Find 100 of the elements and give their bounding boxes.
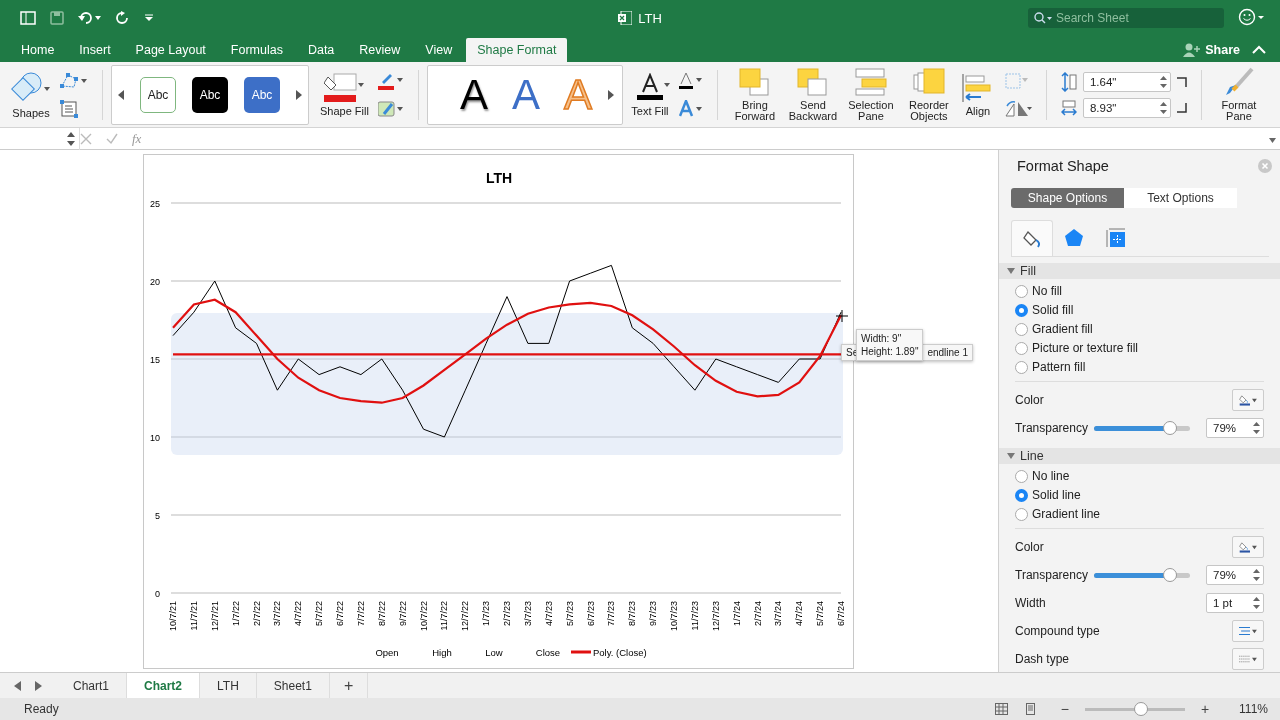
search-icon[interactable]	[1034, 12, 1052, 24]
feedback-smiley-icon[interactable]	[1238, 7, 1264, 26]
text-outline-icon[interactable]	[678, 71, 703, 90]
share-button[interactable]: Share	[1177, 42, 1246, 58]
shape-style-option[interactable]: Abc	[192, 76, 228, 113]
caret-icon[interactable]	[1252, 397, 1257, 403]
zoom-out-button[interactable]: −	[1054, 700, 1075, 718]
scroll-left-icon[interactable]	[118, 89, 124, 100]
disclosure-triangle-icon[interactable]	[1007, 267, 1015, 275]
ribbon-tab[interactable]: Shape Format	[466, 38, 568, 62]
compound-lines-icon[interactable]	[1239, 624, 1251, 638]
save-icon[interactable]	[50, 11, 64, 25]
ribbon-tab[interactable]: Review	[348, 38, 412, 62]
shape-effects-icon[interactable]	[377, 99, 404, 118]
spin-arrows-icon[interactable]	[1253, 421, 1260, 435]
pen-outline-icon[interactable]	[377, 71, 404, 90]
ribbon-tab[interactable]: Data	[296, 38, 346, 62]
ribbon-tab[interactable]: Formulas	[219, 38, 294, 62]
spin-arrows-icon[interactable]	[1159, 100, 1167, 115]
shape-style-option[interactable]: Abc	[140, 76, 176, 113]
caret-icon[interactable]	[1252, 544, 1257, 550]
options-tab[interactable]: Shape Options	[1011, 188, 1124, 208]
ribbon-tab[interactable]: Page Layout	[124, 38, 217, 62]
previous-sheet-icon[interactable]	[14, 680, 21, 691]
wordart-style-option[interactable]: A	[451, 70, 496, 119]
arrange-button[interactable]: Selection Pane	[841, 67, 900, 122]
paint-bucket-icon[interactable]	[1239, 539, 1251, 555]
scroll-right-icon[interactable]	[296, 89, 302, 100]
caret-icon[interactable]	[1269, 137, 1276, 143]
spin-arrows-icon[interactable]	[1253, 568, 1260, 582]
transparency-field[interactable]: 79%	[1206, 565, 1264, 585]
ribbon-tab[interactable]: View	[414, 38, 464, 62]
text-box-icon[interactable]	[60, 99, 78, 118]
zoom-in-button[interactable]: +	[1194, 700, 1216, 718]
size-properties-icon[interactable]	[1106, 228, 1126, 248]
ribbon-tab[interactable]: Home	[10, 38, 66, 62]
undo-icon[interactable]	[78, 11, 102, 25]
wordart-style-option[interactable]: A	[503, 70, 548, 119]
spin-arrows-icon[interactable]	[1159, 74, 1167, 89]
checkmark-icon[interactable]	[106, 132, 118, 145]
caret-icon[interactable]	[1252, 628, 1257, 634]
compound-type-picker[interactable]	[1232, 620, 1264, 642]
radio-button[interactable]	[1015, 360, 1028, 374]
radio-button[interactable]	[1015, 303, 1028, 317]
section-header[interactable]: Fill	[999, 263, 1280, 279]
zoom-thumb[interactable]	[1133, 702, 1148, 716]
edit-points-icon[interactable]	[60, 71, 88, 90]
section-header[interactable]: Line	[999, 448, 1280, 464]
next-sheet-icon[interactable]	[35, 680, 42, 691]
radio-option[interactable]: Gradient fill	[1015, 321, 1280, 337]
radio-option[interactable]: Pattern fill	[1015, 359, 1280, 375]
shape-height-field[interactable]: 1.64"	[1082, 71, 1171, 92]
paint-bucket-icon[interactable]	[1239, 392, 1251, 408]
shape-styles-gallery[interactable]: Abc Abc Abc	[111, 64, 309, 125]
caret-icon[interactable]	[1252, 656, 1257, 662]
radio-option[interactable]: Gradient line	[1015, 506, 1280, 522]
radio-button[interactable]	[1015, 341, 1028, 355]
radio-button[interactable]	[1015, 488, 1028, 502]
radio-option[interactable]: No fill	[1015, 283, 1280, 299]
radio-option[interactable]: Solid line	[1015, 487, 1280, 503]
radio-button[interactable]	[1015, 469, 1028, 483]
disclosure-triangle-icon[interactable]	[1007, 452, 1015, 460]
redo-icon[interactable]	[116, 11, 130, 25]
shape-fill-button[interactable]: Shape Fill	[317, 72, 372, 117]
paint-bucket-icon[interactable]	[324, 72, 365, 103]
radio-button[interactable]	[1015, 507, 1028, 521]
radio-option[interactable]: Solid fill	[1015, 302, 1280, 318]
radio-option[interactable]: No line	[1015, 468, 1280, 484]
slider-thumb[interactable]	[1162, 420, 1177, 435]
spin-arrows-icon[interactable]	[1253, 596, 1260, 610]
sidebar-icon[interactable]	[20, 11, 36, 25]
customize-icon[interactable]	[144, 14, 154, 22]
radio-button[interactable]	[1015, 322, 1028, 336]
color-picker[interactable]	[1232, 536, 1264, 558]
width-field[interactable]: 1 pt	[1206, 593, 1264, 613]
color-picker[interactable]	[1232, 389, 1264, 411]
arrange-button[interactable]: Bring Forward	[725, 67, 784, 122]
text-fill-button[interactable]: Text Fill	[626, 72, 673, 117]
search-field[interactable]: Search Sheet	[1028, 8, 1224, 28]
arrange-button[interactable]: Reorder Objects	[899, 67, 958, 122]
rotate-icon[interactable]	[1003, 99, 1032, 118]
text-effects-icon[interactable]	[678, 99, 703, 118]
normal-view-icon[interactable]	[994, 703, 1008, 715]
radio-option[interactable]: Picture or texture fill	[1015, 340, 1280, 356]
format-pane-button[interactable]: Format Pane	[1209, 67, 1268, 122]
wordart-gallery[interactable]: A A A	[426, 64, 623, 125]
options-tab[interactable]: Text Options	[1124, 188, 1237, 208]
excel-file-icon[interactable]	[618, 11, 633, 25]
spin-arrows-icon[interactable]	[67, 130, 75, 147]
radio-button[interactable]	[1015, 284, 1028, 298]
transparency-field[interactable]: 79%	[1206, 418, 1264, 438]
ribbon-tab[interactable]: Insert	[68, 38, 122, 62]
slider-thumb[interactable]	[1162, 567, 1177, 582]
selected-shape[interactable]	[171, 313, 843, 455]
scroll-right-icon[interactable]	[607, 89, 614, 100]
shape-style-option[interactable]: Abc	[244, 76, 280, 113]
pane-icon-tab[interactable]	[1011, 220, 1053, 256]
page-layout-icon[interactable]	[1023, 703, 1037, 715]
pentagon-icon[interactable]	[1064, 228, 1084, 248]
add-person-icon[interactable]	[1183, 43, 1202, 57]
